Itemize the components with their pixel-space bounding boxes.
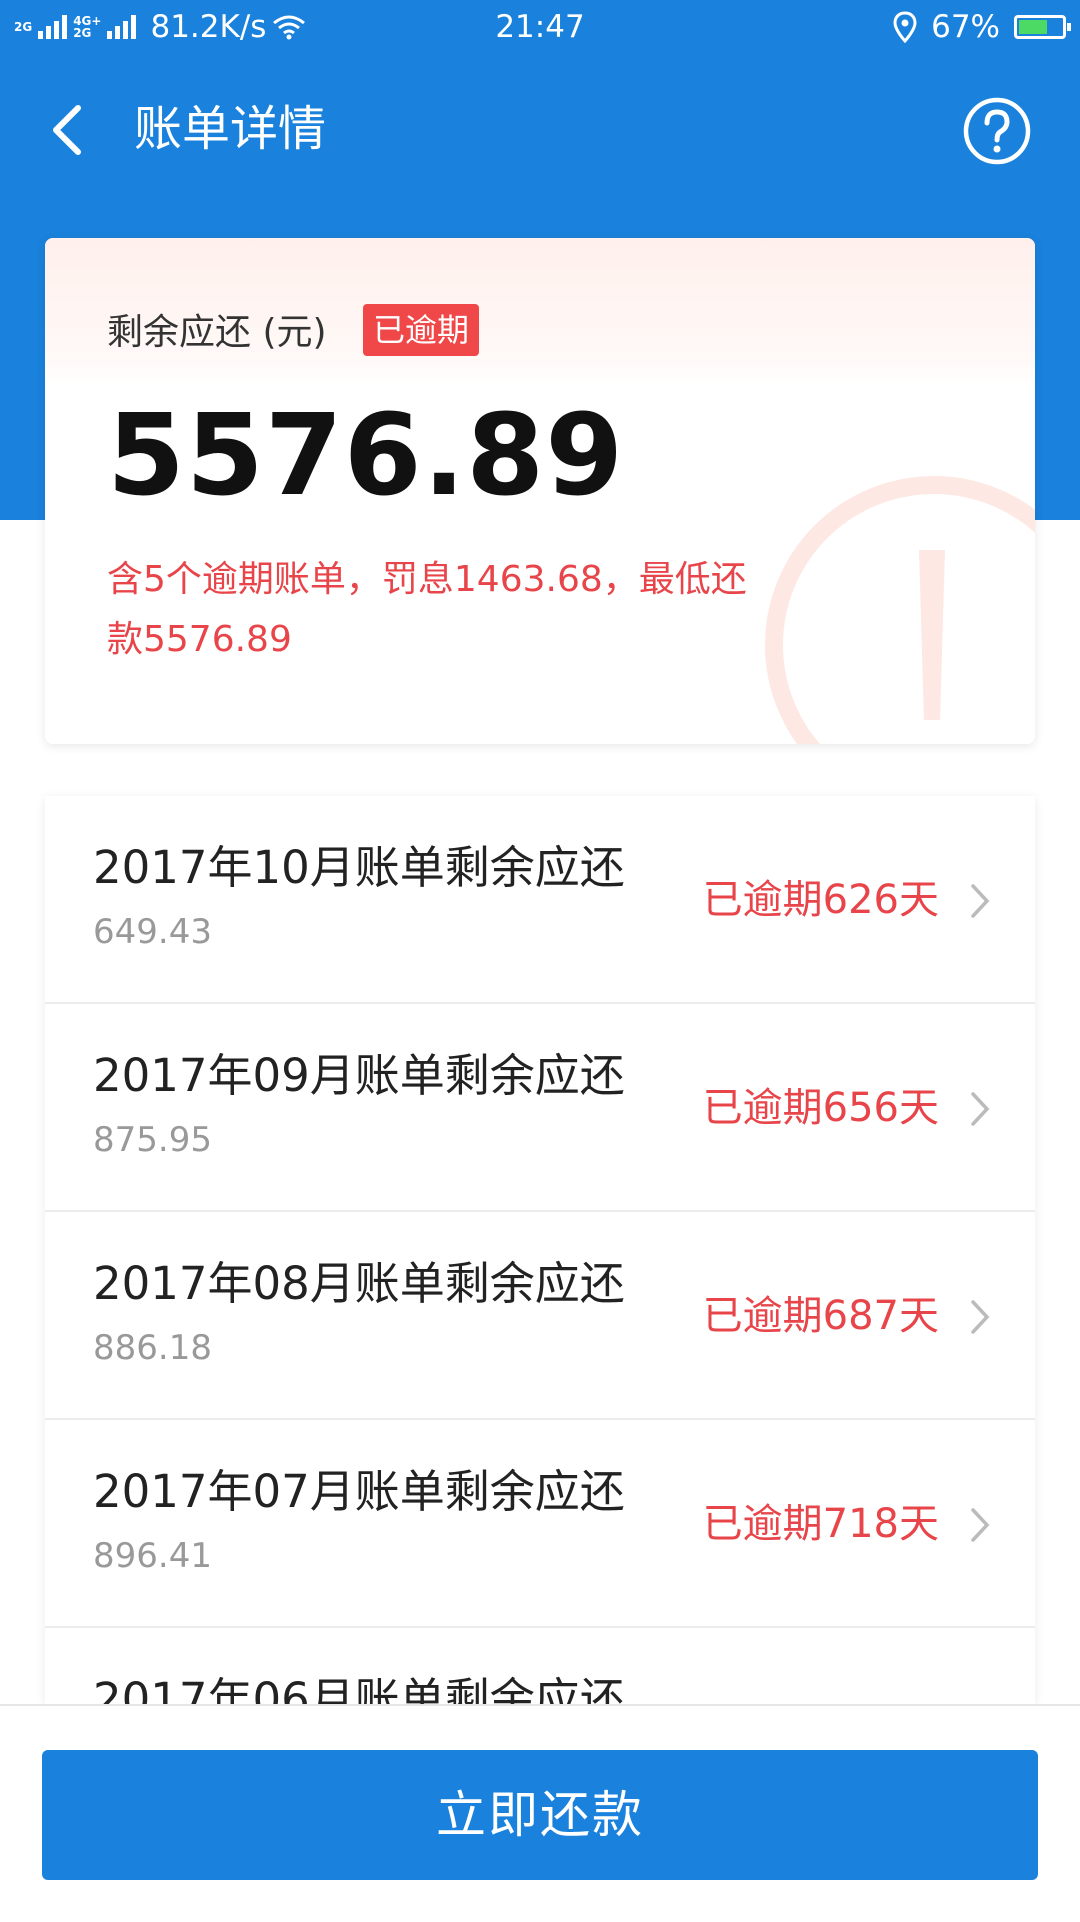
warning-watermark-icon [765,476,1035,744]
bill-amount: 886.18 [93,1328,212,1368]
summary-card: 剩余应还 (元) 已逾期 5576.89 含5个逾期账单，罚息1463.68，最… [45,238,1035,744]
bill-overdue-status: 已逾期718天 [702,1501,939,1547]
overdue-note: 含5个逾期账单，罚息1463.68，最低还款5576.89 [107,559,747,660]
bill-title: 2017年06月账单剩余应还 [93,1673,625,1704]
bill-title: 2017年07月账单剩余应还 [93,1465,625,1518]
bill-row[interactable]: 2017年07月账单剩余应还 896.41 已逾期718天 [45,1420,1035,1628]
remaining-label: 剩余应还 (元) [107,312,327,353]
repay-now-button[interactable]: 立即还款 [42,1750,1038,1880]
back-icon[interactable] [44,100,92,160]
overdue-badge: 已逾期 [363,304,480,356]
chevron-right-icon [971,1300,990,1334]
bill-overdue-status: 已逾期656天 [702,1085,939,1131]
page-title: 账单详情 [134,101,327,157]
bill-row[interactable]: 2017年08月账单剩余应还 886.18 已逾期687天 [45,1212,1035,1420]
remaining-amount: 5576.89 [107,391,625,521]
status-right: 67% [893,0,1071,54]
battery-charging-icon [1014,15,1071,39]
status-bar: 2G 4G+ 2G 81.2K/s 21:47 67% [0,0,1080,54]
chevron-right-icon [971,1508,990,1542]
chevron-right-icon [971,884,990,918]
help-icon[interactable] [962,96,1032,166]
battery-percent: 67% [931,9,1000,45]
bill-amount: 875.95 [93,1120,212,1160]
bill-overdue-status: 已逾期626天 [702,877,939,923]
bill-overdue-status: 已逾期687天 [702,1293,939,1339]
location-icon [893,11,917,43]
bill-amount: 896.41 [93,1536,212,1576]
bottom-bar: 立即还款 [0,1704,1080,1922]
bill-row[interactable]: 2017年09月账单剩余应还 875.95 已逾期656天 [45,1004,1035,1212]
bill-row[interactable]: 2017年06月账单剩余应还 [45,1628,1035,1704]
bill-title: 2017年09月账单剩余应还 [93,1049,625,1102]
bill-list: 2017年10月账单剩余应还 649.43 已逾期626天 2017年09月账单… [45,796,1035,1704]
chevron-right-icon [971,1092,990,1126]
bill-title: 2017年08月账单剩余应还 [93,1257,625,1310]
bill-row[interactable]: 2017年10月账单剩余应还 649.43 已逾期626天 [45,796,1035,1004]
bill-title: 2017年10月账单剩余应还 [93,841,625,894]
bill-amount: 649.43 [93,912,212,952]
